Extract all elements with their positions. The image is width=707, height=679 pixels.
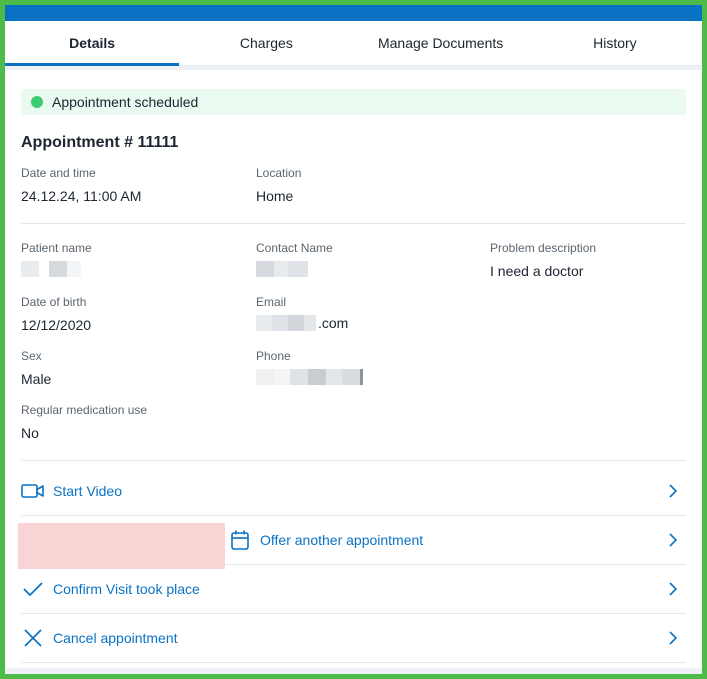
date-time-label: Date and time [21, 166, 96, 180]
close-icon [21, 626, 45, 650]
problem-field: Problem description I need a doctor [490, 241, 596, 279]
checkmark-icon [21, 577, 45, 601]
dob-field: Date of birth 12/12/2020 [21, 295, 91, 333]
location-field: Location Home [256, 166, 301, 204]
status-text: Appointment scheduled [52, 94, 199, 110]
date-time-value: 24.12.24, 11:00 AM [21, 188, 142, 204]
video-camera-icon [21, 479, 45, 503]
confirm-visit-label: Confirm Visit took place [53, 581, 200, 597]
email-value: .com [256, 315, 348, 331]
medication-value: No [21, 425, 39, 441]
tab-charges[interactable]: Charges [179, 21, 353, 65]
chevron-right-icon [669, 484, 678, 498]
details-divider [21, 223, 686, 224]
chevron-right-icon [669, 533, 678, 547]
medication-label: Regular medication use [21, 403, 148, 417]
top-bar [5, 5, 702, 21]
sex-field: Sex Male [21, 349, 51, 387]
actions-list: Start Video Offer another appointment Co… [18, 467, 686, 663]
offer-another-appointment-action[interactable]: Offer another appointment [18, 516, 686, 569]
medication-field: Regular medication use No [21, 403, 147, 441]
email-field: Email .com [256, 295, 348, 331]
appointment-panel: Details Charges Manage Documents History… [5, 5, 702, 674]
status-dot-icon [31, 96, 43, 108]
confirm-visit-action[interactable]: Confirm Visit took place [21, 565, 686, 614]
contact-name-redacted [256, 261, 333, 277]
sex-value: Male [21, 371, 52, 387]
highlight-box [18, 523, 225, 569]
dob-label: Date of birth [21, 295, 87, 309]
details-content: Appointment scheduled Appointment # 1111… [5, 89, 702, 484]
location-value: Home [256, 188, 294, 204]
start-video-action[interactable]: Start Video [21, 467, 686, 516]
phone-label: Phone [256, 349, 291, 363]
tab-history[interactable]: History [528, 21, 702, 65]
email-label: Email [256, 295, 287, 309]
problem-label: Problem description [490, 241, 597, 255]
chevron-right-icon [669, 631, 678, 645]
patient-name-label: Patient name [21, 241, 92, 255]
sex-label: Sex [21, 349, 42, 363]
date-time-field: Date and time 24.12.24, 11:00 AM [21, 166, 141, 204]
email-suffix: .com [318, 315, 349, 331]
location-label: Location [256, 166, 302, 180]
bottom-bar [5, 668, 702, 674]
patient-name-field: Patient name [21, 241, 92, 277]
contact-name-label: Contact Name [256, 241, 333, 255]
status-banner: Appointment scheduled [21, 89, 686, 115]
patient-name-redacted [21, 261, 92, 277]
details-grid: Date and time 24.12.24, 11:00 AM Locatio… [21, 154, 686, 484]
contact-name-field: Contact Name [256, 241, 333, 277]
phone-redacted [256, 369, 363, 385]
calendar-icon [228, 528, 252, 552]
actions-divider [21, 460, 686, 461]
tab-separator [5, 66, 702, 70]
start-video-label: Start Video [53, 483, 123, 499]
chevron-right-icon [669, 582, 678, 596]
tab-manage-documents[interactable]: Manage Documents [354, 21, 528, 65]
tab-details[interactable]: Details [5, 21, 180, 66]
tab-bar: Details Charges Manage Documents History [5, 21, 702, 66]
dob-value: 12/12/2020 [21, 317, 92, 333]
appointment-title: Appointment # 11111 [21, 134, 179, 151]
cancel-appointment-action[interactable]: Cancel appointment [21, 614, 686, 663]
phone-field: Phone [256, 349, 363, 385]
offer-another-appointment-label: Offer another appointment [260, 532, 424, 548]
problem-value: I need a doctor [490, 263, 584, 279]
cancel-appointment-label: Cancel appointment [53, 630, 178, 646]
